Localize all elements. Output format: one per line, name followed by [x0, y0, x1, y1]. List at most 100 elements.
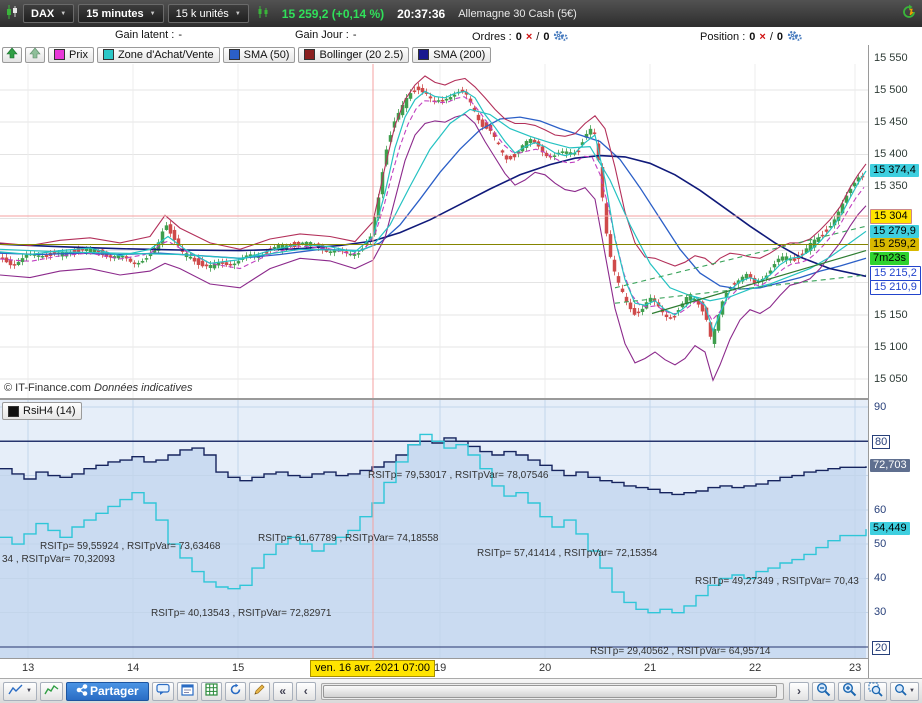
rsi-label: RsiH4 (14) [23, 405, 76, 417]
trading-app-window: DAX ▼ 15 minutes ▼ 15 k unités ▼ 15 259,… [0, 0, 922, 703]
rsi-annotation: 34 , RSITpVar= 70,32093 [2, 554, 115, 565]
rsi-swatch [8, 405, 19, 417]
axis-tick: 60 [874, 504, 887, 516]
chat-button[interactable] [151, 681, 174, 701]
timeframe-label: 15 minutes [86, 7, 144, 20]
time-tick: 14 [127, 662, 140, 674]
rsi-annotation: RSITp= 49,27349 , RSITpVar= 70,43 [695, 576, 859, 587]
calendar-icon [181, 683, 194, 699]
position-label: Position : [700, 31, 746, 43]
refresh-icon [229, 683, 242, 699]
orders-label: Ordres : [472, 31, 512, 43]
legend-swatch [228, 49, 240, 60]
zoom-menu-button[interactable]: ▼ [890, 681, 919, 701]
legend-swatch [418, 49, 430, 60]
scroll-left-button[interactable]: ‹ [295, 681, 316, 701]
time-tick: 20 [539, 662, 552, 674]
horizontal-scrollbar[interactable] [320, 682, 785, 700]
position-settings-icon[interactable] [787, 29, 802, 45]
zoom-selection-button[interactable] [864, 681, 888, 701]
axis-tick: 20 [872, 641, 891, 655]
main-chart-svg[interactable] [0, 64, 868, 398]
time-tick: 15 [232, 662, 245, 674]
legend-item-label: Bollinger (20 2.5) [319, 48, 404, 61]
watermark: © IT-Finance.com Données indicatives [4, 382, 192, 394]
pencil-icon [253, 683, 266, 699]
time-axis[interactable]: 13 14 15 19 20 21 22 23 ven. 16 avr. 2021 07:00 [0, 658, 868, 678]
orders-settings-icon[interactable] [553, 29, 569, 45]
clock: 20:37:36 [397, 6, 446, 21]
units-select[interactable]: 15 k unités ▼ [167, 4, 249, 23]
share-label: Partager [90, 684, 139, 698]
legend-item-label: Prix [69, 48, 88, 61]
legend-item-3[interactable]: Bollinger (20 2.5) [298, 46, 410, 63]
rsi-annotation: RSITp= 57,41414 , RSITpVar= 72,15354 [477, 548, 658, 559]
series-sma50 [0, 116, 867, 290]
gain-jour-label: Gain Jour : [295, 29, 349, 41]
draw-button[interactable] [248, 681, 270, 701]
gain-jour: Gain Jour : - [295, 29, 356, 41]
zoom-out-icon [816, 682, 831, 700]
rsi-annotation: RSITp= 40,13543 , RSITpVar= 72,82971 [151, 608, 332, 619]
arrow-up-button-1[interactable] [2, 46, 22, 63]
watermark-copyright: © IT-Finance.com [4, 382, 91, 394]
series-trend2 [614, 274, 867, 304]
price-badge: 15 259,2 [870, 238, 919, 251]
sync-status-icon[interactable] [901, 4, 917, 23]
orders-working-count: 0 [543, 31, 550, 43]
chevron-down-icon: ▼ [60, 10, 67, 17]
legend-item-0[interactable]: Prix [48, 46, 94, 63]
scroll-right-button[interactable]: › [789, 681, 810, 701]
time-tick: 23 [849, 662, 862, 674]
gain-jour-value: - [352, 29, 357, 41]
time-tick: 22 [749, 662, 762, 674]
cancel-orders-icon[interactable]: × [526, 31, 532, 43]
zoom-in-icon [842, 682, 857, 700]
rsi-annotation: RSITp= 59,55924 , RSITpVar= 73,63468 [40, 541, 221, 552]
price-badge: 15 210,9 [870, 280, 921, 295]
chevron-down-icon: ▼ [149, 10, 156, 17]
gain-latent-value: - [178, 29, 182, 41]
axis-tick: 15 550 [874, 52, 908, 64]
zoom-selection-icon [868, 682, 883, 700]
table-button[interactable] [200, 681, 222, 701]
rsi-chart-svg[interactable] [0, 400, 868, 658]
legend-item-4[interactable]: SMA (200) [412, 46, 492, 63]
separator: / [536, 31, 540, 43]
symbol-select[interactable]: DAX ▼ [23, 4, 75, 23]
axis-tick: 50 [874, 538, 887, 550]
candlestick-chart-icon [5, 4, 19, 23]
left-arrow-icon: ‹ [303, 684, 308, 698]
axis-tick: 15 500 [874, 84, 908, 96]
scrollbar-thumb[interactable] [322, 684, 777, 698]
orders-info: Ordres : 0 × / 0 [472, 29, 569, 45]
position-count-2: 0 [776, 31, 783, 43]
axis-tick: 90 [874, 401, 887, 413]
right-arrow-icon: › [797, 684, 802, 698]
legend-item-2[interactable]: SMA (50) [222, 46, 296, 63]
instrument-name: Allemagne 30 Cash (5€) [458, 7, 577, 20]
rsi-legend-chip[interactable]: RsiH4 (14) [2, 402, 82, 420]
calendar-button[interactable] [176, 681, 198, 701]
price-badge: 15 279,9 [870, 225, 919, 238]
pattern-button[interactable] [40, 681, 63, 701]
timeframe-select[interactable]: 15 minutes ▼ [78, 4, 164, 23]
legend-item-1[interactable]: Zone d'Achat/Vente [96, 46, 220, 63]
arrow-up-button-2[interactable] [25, 46, 45, 63]
time-tick: 21 [644, 662, 657, 674]
chart-style-button[interactable]: ▼ [3, 681, 37, 701]
scroll-start-button[interactable]: « [272, 681, 293, 701]
zoom-out-button[interactable] [812, 681, 836, 701]
axis-tick: 15 450 [874, 116, 908, 128]
share-button[interactable]: Partager [66, 681, 149, 701]
zoom-in-button[interactable] [838, 681, 862, 701]
price-badge: 7m23s [870, 252, 910, 265]
price-axis[interactable]: 15 550 15 500 15 450 15 400 15 350 15 150 15 1… [868, 45, 922, 678]
refresh-button[interactable] [224, 681, 246, 701]
close-position-icon[interactable]: × [759, 31, 765, 43]
series-trend3 [651, 250, 867, 315]
sparkline-icon [44, 684, 59, 699]
time-tick: 13 [22, 662, 35, 674]
table-icon [205, 683, 218, 699]
axis-tick: 15 050 [874, 373, 908, 385]
